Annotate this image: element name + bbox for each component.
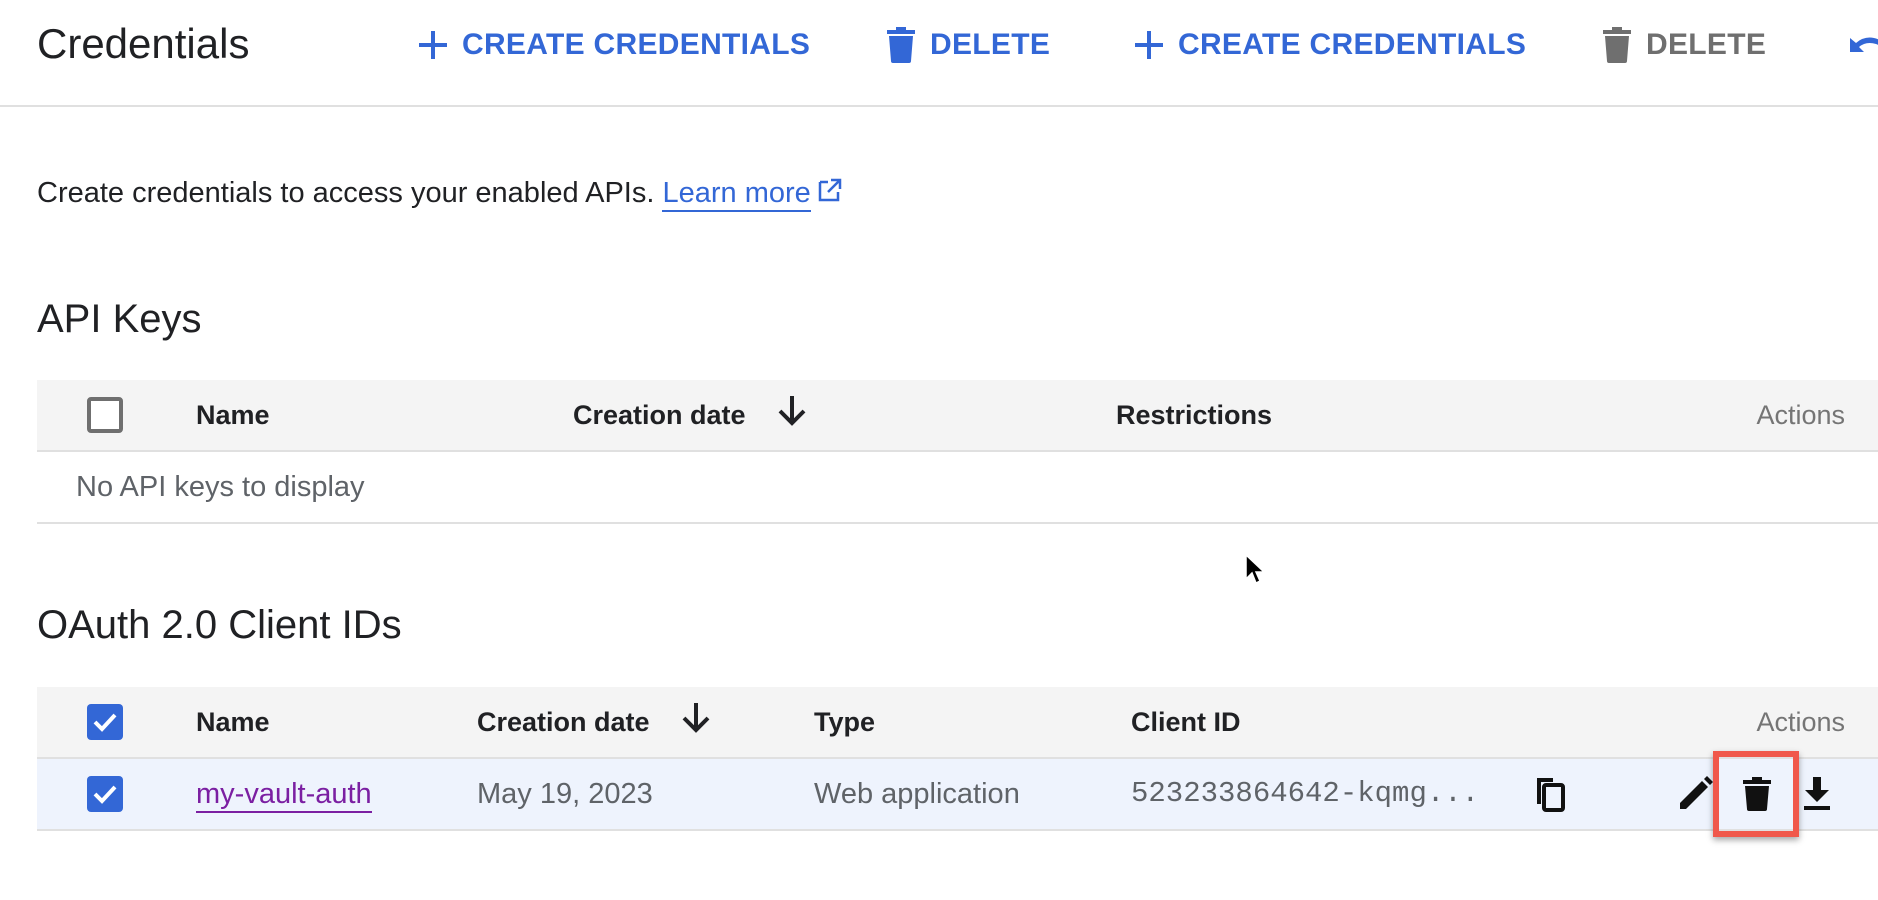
plus-icon — [1132, 27, 1166, 63]
plus-icon — [416, 27, 450, 63]
description: Create credentials to access your enable… — [37, 173, 843, 214]
api-col-actions: Actions — [1756, 400, 1845, 430]
delete-highlight-box — [1713, 751, 1799, 837]
delete-label: DELETE — [930, 28, 1051, 61]
learn-more-link[interactable]: Learn more — [662, 177, 811, 212]
api-keys-empty-message: No API keys to display — [76, 471, 365, 503]
oauth-select-all-checkbox[interactable] — [87, 704, 123, 740]
api-keys-select-all-checkbox[interactable] — [87, 397, 123, 433]
mouse-cursor-icon — [1244, 553, 1266, 592]
create-credentials-button[interactable]: CREATE CREDENTIALS — [416, 22, 810, 68]
trash-icon — [1600, 27, 1634, 63]
create-credentials-label: CREATE CREDENTIALS — [462, 28, 811, 61]
client-name-link[interactable]: my-vault-auth — [196, 777, 372, 813]
oauth-col-actions: Actions — [1756, 707, 1845, 737]
page-title: Credentials — [37, 20, 250, 67]
delete-button-disabled[interactable]: DELETE — [1600, 22, 1766, 68]
creation-date-cell: May 19, 2023 — [477, 778, 653, 810]
api-col-creation-date[interactable]: Creation date — [573, 380, 807, 450]
oauth-col-client-id: Client ID — [1131, 707, 1241, 737]
edit-icon[interactable] — [1675, 774, 1715, 814]
client-id-cell: 523233864642-kqmg... — [1131, 777, 1480, 810]
type-cell: Web application — [814, 778, 1020, 810]
api-col-creation-date-label: Creation date — [573, 400, 746, 430]
sort-arrow-down-icon — [681, 689, 711, 759]
undo-icon[interactable] — [1846, 30, 1878, 62]
api-keys-heading: API Keys — [37, 297, 202, 341]
oauth-col-creation-date[interactable]: Creation date — [477, 687, 711, 757]
api-col-restrictions: Restrictions — [1116, 400, 1273, 430]
table-row[interactable]: my-vault-auth May 19, 2023 Web applicati… — [37, 751, 1878, 837]
oauth-table-header: Name Creation date Type Client ID Action… — [37, 687, 1878, 759]
create-credentials-button-2[interactable]: CREATE CREDENTIALS — [1132, 22, 1526, 68]
api-keys-table-header: Name Creation date Restrictions Actions — [37, 380, 1878, 452]
api-col-name[interactable]: Name — [196, 380, 270, 450]
oauth-col-name[interactable]: Name — [196, 687, 270, 757]
create-credentials-label-2: CREATE CREDENTIALS — [1178, 28, 1527, 61]
download-icon[interactable] — [1797, 774, 1837, 814]
delete-button[interactable]: DELETE — [884, 22, 1050, 68]
trash-icon — [884, 27, 918, 63]
sort-arrow-down-icon — [777, 382, 807, 452]
copy-icon[interactable] — [1530, 774, 1570, 814]
description-text: Create credentials to access your enable… — [37, 177, 655, 209]
oauth-col-type[interactable]: Type — [814, 687, 875, 757]
delete-label-disabled: DELETE — [1646, 28, 1767, 61]
oauth-col-creation-date-label: Creation date — [477, 707, 650, 737]
row-checkbox[interactable] — [87, 776, 123, 812]
api-keys-empty-row: No API keys to display — [37, 452, 1878, 524]
header-divider — [0, 105, 1878, 107]
external-link-icon — [817, 174, 843, 214]
oauth-heading: OAuth 2.0 Client IDs — [37, 603, 402, 647]
